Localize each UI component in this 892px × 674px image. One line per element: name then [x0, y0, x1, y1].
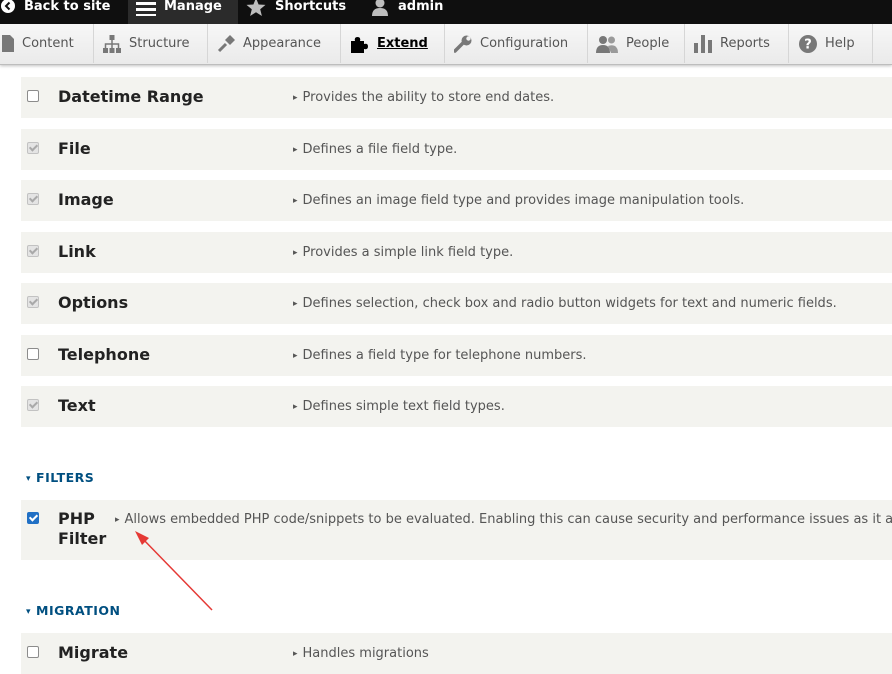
- expand-triangle-icon: ▸: [293, 299, 298, 309]
- star-icon: [246, 0, 266, 17]
- collapse-triangle-icon: ▾: [26, 474, 32, 484]
- module-row-file: File ▸ Defines a file field type.: [21, 129, 892, 170]
- module-row-migrate: Migrate ▸ Handles migrations: [21, 633, 892, 674]
- module-description-toggle[interactable]: ▸ Handles migrations: [293, 646, 429, 661]
- back-to-site-label: Back to site: [24, 0, 111, 14]
- module-checkbox: [27, 296, 39, 308]
- module-row-telephone: Telephone ▸ Defines a field type for tele…: [21, 335, 892, 376]
- module-name: Telephone: [58, 345, 151, 364]
- tray-item-label: Extend: [377, 36, 428, 51]
- module-row-datetime-range: Datetime Range ▸ Provides the ability to …: [21, 77, 892, 118]
- module-description-toggle[interactable]: ▸ Provides a simple link field type.: [293, 245, 513, 260]
- wrench-icon: [454, 35, 472, 53]
- module-checkbox: [27, 399, 39, 411]
- tray-item-label: People: [626, 36, 670, 51]
- hamburger-icon: [136, 0, 156, 16]
- module-description: Defines selection, check box and radio b…: [302, 296, 837, 311]
- chevron-left-icon: [0, 0, 16, 14]
- tray-item-label: Configuration: [480, 36, 569, 51]
- shortcuts-label: Shortcuts: [275, 0, 347, 14]
- tray-item-people[interactable]: People: [588, 24, 685, 63]
- tray-item-configuration[interactable]: Configuration: [445, 24, 588, 63]
- tray-item-label: Reports: [720, 36, 770, 51]
- expand-triangle-icon: ▸: [293, 649, 298, 659]
- module-checkbox[interactable]: [27, 90, 39, 102]
- module-description-toggle[interactable]: ▸ Allows embedded PHP code/snippets to be…: [115, 512, 892, 527]
- module-description-toggle[interactable]: ▸ Provides the ability to store end dates…: [293, 90, 554, 105]
- people-icon: [596, 35, 618, 53]
- tray-item-label: Appearance: [243, 36, 322, 51]
- user-icon: [371, 0, 389, 16]
- module-checkbox[interactable]: [27, 512, 39, 524]
- module-description: Defines a field type for telephone numbe…: [302, 348, 587, 363]
- module-name: Text: [58, 396, 96, 415]
- module-name: PHP Filter: [58, 509, 107, 548]
- module-row-php-filter: PHP Filter ▸ Allows embedded PHP code/snip…: [21, 500, 892, 560]
- expand-triangle-icon: ▸: [293, 248, 298, 258]
- admin-tray: Content Structure Appearance Extend Conf…: [0, 24, 892, 65]
- module-description: Defines simple text field types.: [302, 399, 505, 414]
- module-name: Migrate: [58, 643, 129, 662]
- module-description: Defines an image field type and provides…: [302, 193, 745, 208]
- sitemap-icon: [103, 34, 121, 53]
- manage-menu-button[interactable]: Manage: [128, 0, 238, 24]
- section-title: MIGRATION: [36, 603, 121, 618]
- paintbrush-icon: [217, 34, 235, 53]
- tray-item-extend[interactable]: Extend: [341, 24, 445, 63]
- module-checkbox: [27, 245, 39, 257]
- shortcuts-menu-button[interactable]: Shortcuts: [246, 0, 346, 24]
- module-description: Allows embedded PHP code/snippets to be …: [124, 512, 892, 527]
- svg-text:?: ?: [804, 37, 812, 52]
- help-icon: ?: [799, 34, 817, 53]
- tray-item-structure[interactable]: Structure: [94, 24, 208, 63]
- section-toggle-filters[interactable]: ▾ FILTERS: [26, 470, 94, 485]
- module-description-toggle[interactable]: ▸ Defines a file field type.: [293, 142, 457, 157]
- tray-item-appearance[interactable]: Appearance: [208, 24, 341, 63]
- module-description: Provides the ability to store end dates.: [302, 90, 555, 105]
- manage-label: Manage: [164, 0, 222, 14]
- tray-item-reports[interactable]: Reports: [685, 24, 789, 63]
- module-description: Provides a simple link field type.: [302, 245, 514, 260]
- user-menu-button[interactable]: admin: [371, 0, 443, 24]
- module-checkbox[interactable]: [27, 646, 39, 658]
- collapse-triangle-icon: ▾: [26, 607, 32, 617]
- expand-triangle-icon: ▸: [293, 351, 298, 361]
- user-label: admin: [398, 0, 444, 14]
- module-description-toggle[interactable]: ▸ Defines a field type for telephone numb…: [293, 348, 587, 363]
- module-name: Image: [58, 190, 114, 209]
- tray-item-label: Help: [825, 36, 855, 51]
- admin-toolbar: Back to site Manage Shortcuts admin: [0, 0, 892, 24]
- module-checkbox: [27, 193, 39, 205]
- section-title: FILTERS: [36, 470, 95, 485]
- module-description: Handles migrations: [302, 646, 429, 661]
- expand-triangle-icon: ▸: [293, 145, 298, 155]
- module-name: Link: [58, 242, 96, 261]
- puzzle-icon: [349, 35, 369, 53]
- back-to-site-link[interactable]: Back to site: [0, 0, 110, 24]
- module-row-link: Link ▸ Provides a simple link field type.: [21, 232, 892, 273]
- expand-triangle-icon: ▸: [293, 402, 298, 412]
- expand-triangle-icon: ▸: [293, 196, 298, 206]
- module-description-toggle[interactable]: ▸ Defines an image field type and provide…: [293, 193, 744, 208]
- tray-item-help[interactable]: ? Help: [789, 24, 873, 63]
- bar-chart-icon: [694, 34, 712, 53]
- module-checkbox: [27, 142, 39, 154]
- section-toggle-migration[interactable]: ▾ MIGRATION: [26, 603, 120, 618]
- tray-item-label: Content: [22, 36, 74, 51]
- module-checkbox[interactable]: [27, 348, 39, 360]
- module-name: Options: [58, 293, 129, 312]
- expand-triangle-icon: ▸: [115, 515, 120, 525]
- module-row-options: Options ▸ Defines selection, check box an…: [21, 283, 892, 324]
- page-icon: [2, 35, 14, 52]
- module-row-text: Text ▸ Defines simple text field types.: [21, 386, 892, 427]
- tray-item-label: Structure: [129, 36, 190, 51]
- module-row-image: Image ▸ Defines an image field type and p…: [21, 180, 892, 221]
- module-name: File: [58, 139, 91, 158]
- module-description-toggle[interactable]: ▸ Defines simple text field types.: [293, 399, 505, 414]
- module-description-toggle[interactable]: ▸ Defines selection, check box and radio …: [293, 296, 837, 311]
- module-name: Datetime Range: [58, 87, 204, 106]
- expand-triangle-icon: ▸: [293, 93, 298, 103]
- module-description: Defines a file field type.: [302, 142, 458, 157]
- tray-item-content[interactable]: Content: [0, 24, 94, 63]
